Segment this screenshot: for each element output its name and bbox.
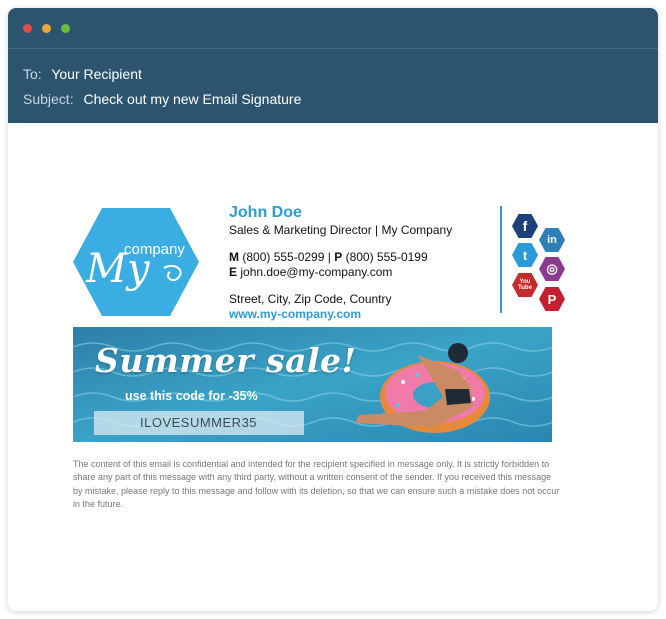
signature-details: John Doe Sales & Marketing Director | My…: [229, 203, 489, 321]
banner-subtitle: use this code for -35%: [125, 389, 258, 403]
window-controls: [23, 24, 70, 33]
to-value: Your Recipient: [51, 66, 142, 82]
email-address[interactable]: john.doe@my-company.com: [240, 265, 392, 279]
minimize-window-button[interactable]: [42, 24, 51, 33]
phone-label: P: [334, 250, 343, 264]
banner-title: Summer sale!: [95, 341, 357, 380]
signature-divider: [500, 206, 502, 313]
signature-email-line: E john.doe@my-company.com: [229, 265, 489, 280]
promo-code[interactable]: ILOVESUMMER35: [94, 411, 304, 435]
maximize-window-button[interactable]: [61, 24, 70, 33]
phone-number[interactable]: (800) 555-0199: [346, 250, 428, 264]
signature-address: Street, City, Zip Code, Country: [229, 292, 392, 306]
mobile-label: M: [229, 250, 239, 264]
confidentiality-disclaimer: The content of this email is confidentia…: [73, 459, 560, 509]
signature-phones: M (800) 555-0299 | P (800) 555-0199: [229, 250, 489, 265]
to-label: To:: [23, 66, 42, 82]
mobile-number[interactable]: (800) 555-0299: [242, 250, 324, 264]
signature-title: Sales & Marketing Director | My Company: [229, 223, 453, 237]
signature-name: John Doe: [229, 204, 302, 221]
signature-website[interactable]: www.my-company.com: [229, 307, 489, 321]
subject-label: Subject:: [23, 91, 74, 107]
to-field[interactable]: To: Your Recipient: [23, 66, 142, 82]
logo-company-text: company: [124, 241, 185, 258]
email-header: To: Your Recipient Subject: Check out my…: [8, 8, 658, 123]
header-divider: [8, 48, 658, 49]
subject-field[interactable]: Subject: Check out my new Email Signatur…: [23, 91, 301, 107]
company-logo: My company: [73, 208, 199, 316]
summer-sale-banner[interactable]: Summer sale! use this code for -35% ILOV…: [73, 327, 552, 442]
phone-separator: |: [327, 250, 331, 264]
subject-value: Check out my new Email Signature: [83, 91, 302, 107]
email-label: E: [229, 265, 238, 279]
close-window-button[interactable]: [23, 24, 32, 33]
